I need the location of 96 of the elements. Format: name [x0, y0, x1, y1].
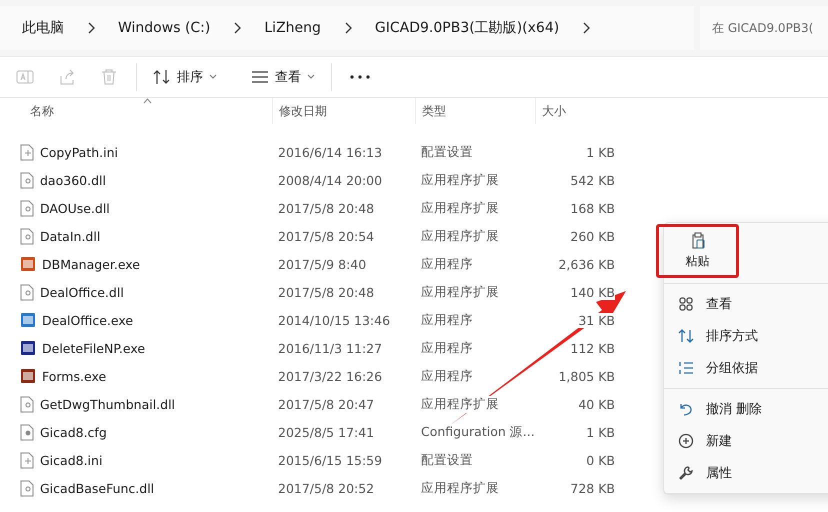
- file-name[interactable]: DataIn.dll: [40, 228, 100, 244]
- file-type: 应用程序扩展: [421, 480, 499, 496]
- modified-date: 2017/5/8 20:48: [278, 284, 374, 300]
- file-type: 配置设置: [421, 144, 473, 160]
- chevron-icon: [86, 22, 96, 34]
- file-size: 0 KB: [586, 452, 615, 468]
- document-icon: [20, 228, 34, 244]
- file-name[interactable]: DealOffice.dll: [40, 284, 124, 300]
- modified-date: 2014/10/15 13:46: [278, 312, 390, 328]
- file-size: 1 KB: [586, 424, 615, 440]
- file-name[interactable]: GetDwgThumbnail.dll: [40, 396, 176, 412]
- menu-item[interactable]: 查看: [664, 288, 828, 320]
- file-size: 168 KB: [570, 200, 615, 216]
- file-size: 542 KB: [570, 172, 615, 188]
- column-header[interactable]: 大小: [535, 98, 615, 124]
- document-icon: [20, 424, 34, 440]
- file-type: 应用程序扩展: [421, 172, 499, 188]
- file-size: 728 KB: [570, 480, 615, 496]
- menu-item[interactable]: 属性: [664, 457, 828, 489]
- plus-icon: [678, 433, 694, 449]
- modified-date: 2016/11/3 11:27: [278, 340, 382, 356]
- breadcrumb-item[interactable]: GICAD9.0PB3(工勘版)(x64): [374, 19, 560, 37]
- file-name[interactable]: CopyPath.ini: [40, 144, 118, 160]
- clipboard-icon: [690, 232, 704, 249]
- search-field[interactable]: 在 GICAD9.0PB3(: [700, 6, 828, 50]
- document-icon: [20, 452, 34, 468]
- address-bar[interactable]: 此电脑 Windows (C:) LiZheng GICAD9.0PB3(工勘版)(x64): [0, 6, 694, 50]
- file-name[interactable]: DealOffice.exe: [42, 312, 134, 328]
- caret-icon: [307, 74, 315, 80]
- modified-date: 2017/3/22 16:26: [278, 368, 382, 384]
- file-size: 112 KB: [570, 340, 615, 356]
- sort-button[interactable]: 排序: [143, 64, 227, 90]
- document-icon: [20, 396, 34, 412]
- document-icon: [20, 284, 34, 300]
- modified-date: 2008/4/14 20:00: [278, 172, 382, 188]
- sort-icon: [153, 69, 171, 85]
- file-type: 应用程序: [421, 256, 473, 272]
- column-header[interactable]: 名称: [0, 98, 272, 124]
- file-name[interactable]: Gicad8.ini: [40, 452, 102, 468]
- file-name[interactable]: DBManager.exe: [42, 256, 140, 272]
- grid-icon: [678, 296, 694, 312]
- file-type: 应用程序: [421, 340, 473, 356]
- menu-item[interactable]: 排序方式: [664, 320, 828, 352]
- modified-date: 2017/5/9 8:40: [278, 256, 366, 272]
- document-icon: [20, 172, 34, 188]
- file-name[interactable]: DAOUse.dll: [40, 200, 110, 216]
- file-type: 应用程序扩展: [421, 200, 499, 216]
- file-size: 1 KB: [586, 144, 615, 160]
- column-header[interactable]: 修改日期: [272, 98, 415, 124]
- modified-date: 2015/6/15 15:59: [278, 452, 382, 468]
- caret-icon: [209, 74, 217, 80]
- file-size: 31 KB: [578, 312, 615, 328]
- list-icon: [251, 70, 269, 84]
- file-type: 应用程序扩展: [421, 228, 499, 244]
- file-size: 2,636 KB: [558, 256, 615, 272]
- sort-icon: [678, 328, 694, 344]
- column-header[interactable]: 类型: [415, 98, 535, 124]
- modified-date: 2017/5/8 20:54: [278, 228, 374, 244]
- list-icon: [678, 360, 694, 376]
- breadcrumb-item[interactable]: 此电脑: [22, 19, 64, 37]
- file-type: 应用程序扩展: [421, 396, 499, 412]
- file-type: 应用程序: [421, 368, 473, 384]
- document-icon: [20, 144, 34, 160]
- modified-date: 2016/6/14 16:13: [278, 144, 382, 160]
- file-size: 260 KB: [570, 228, 615, 244]
- modified-date: 2017/5/8 20:48: [278, 200, 374, 216]
- file-type: 配置设置: [421, 452, 473, 468]
- file-size: 140 KB: [570, 284, 615, 300]
- sort-ascending-icon: [143, 98, 152, 104]
- menu-item[interactable]: 新建: [664, 425, 828, 457]
- chevron-icon: [342, 22, 353, 34]
- breadcrumb-item[interactable]: LiZheng: [264, 20, 321, 36]
- file-type: 应用程序扩展: [421, 284, 499, 300]
- file-size: 40 KB: [578, 396, 615, 412]
- file-name[interactable]: DeleteFileNP.exe: [42, 340, 146, 356]
- document-icon: [20, 480, 34, 496]
- file-name[interactable]: Gicad8.cfg: [40, 424, 107, 440]
- wrench-icon: [678, 465, 694, 481]
- menu-item[interactable]: 分组依据: [664, 352, 828, 384]
- file-name[interactable]: GicadBaseFunc.dll: [40, 480, 154, 496]
- file-type: 应用程序: [421, 312, 473, 328]
- menu-item[interactable]: 撤消 删除: [664, 393, 828, 425]
- chevron-icon: [232, 22, 242, 34]
- document-icon: [20, 200, 34, 216]
- paste-button[interactable]: 粘贴: [656, 224, 739, 278]
- undo-icon: [678, 401, 694, 417]
- chevron-icon: [581, 22, 592, 34]
- file-type: Configuration 源...: [421, 424, 535, 440]
- view-button[interactable]: 查看: [241, 64, 325, 90]
- file-size: 1,805 KB: [558, 368, 615, 384]
- modified-date: 2017/5/8 20:52: [278, 480, 374, 496]
- modified-date: 2017/5/8 20:47: [278, 396, 374, 412]
- file-name[interactable]: dao360.dll: [40, 172, 106, 188]
- file-name[interactable]: Forms.exe: [42, 368, 106, 384]
- breadcrumb-item[interactable]: Windows (C:): [118, 20, 210, 36]
- modified-date: 2025/8/5 17:41: [278, 424, 374, 440]
